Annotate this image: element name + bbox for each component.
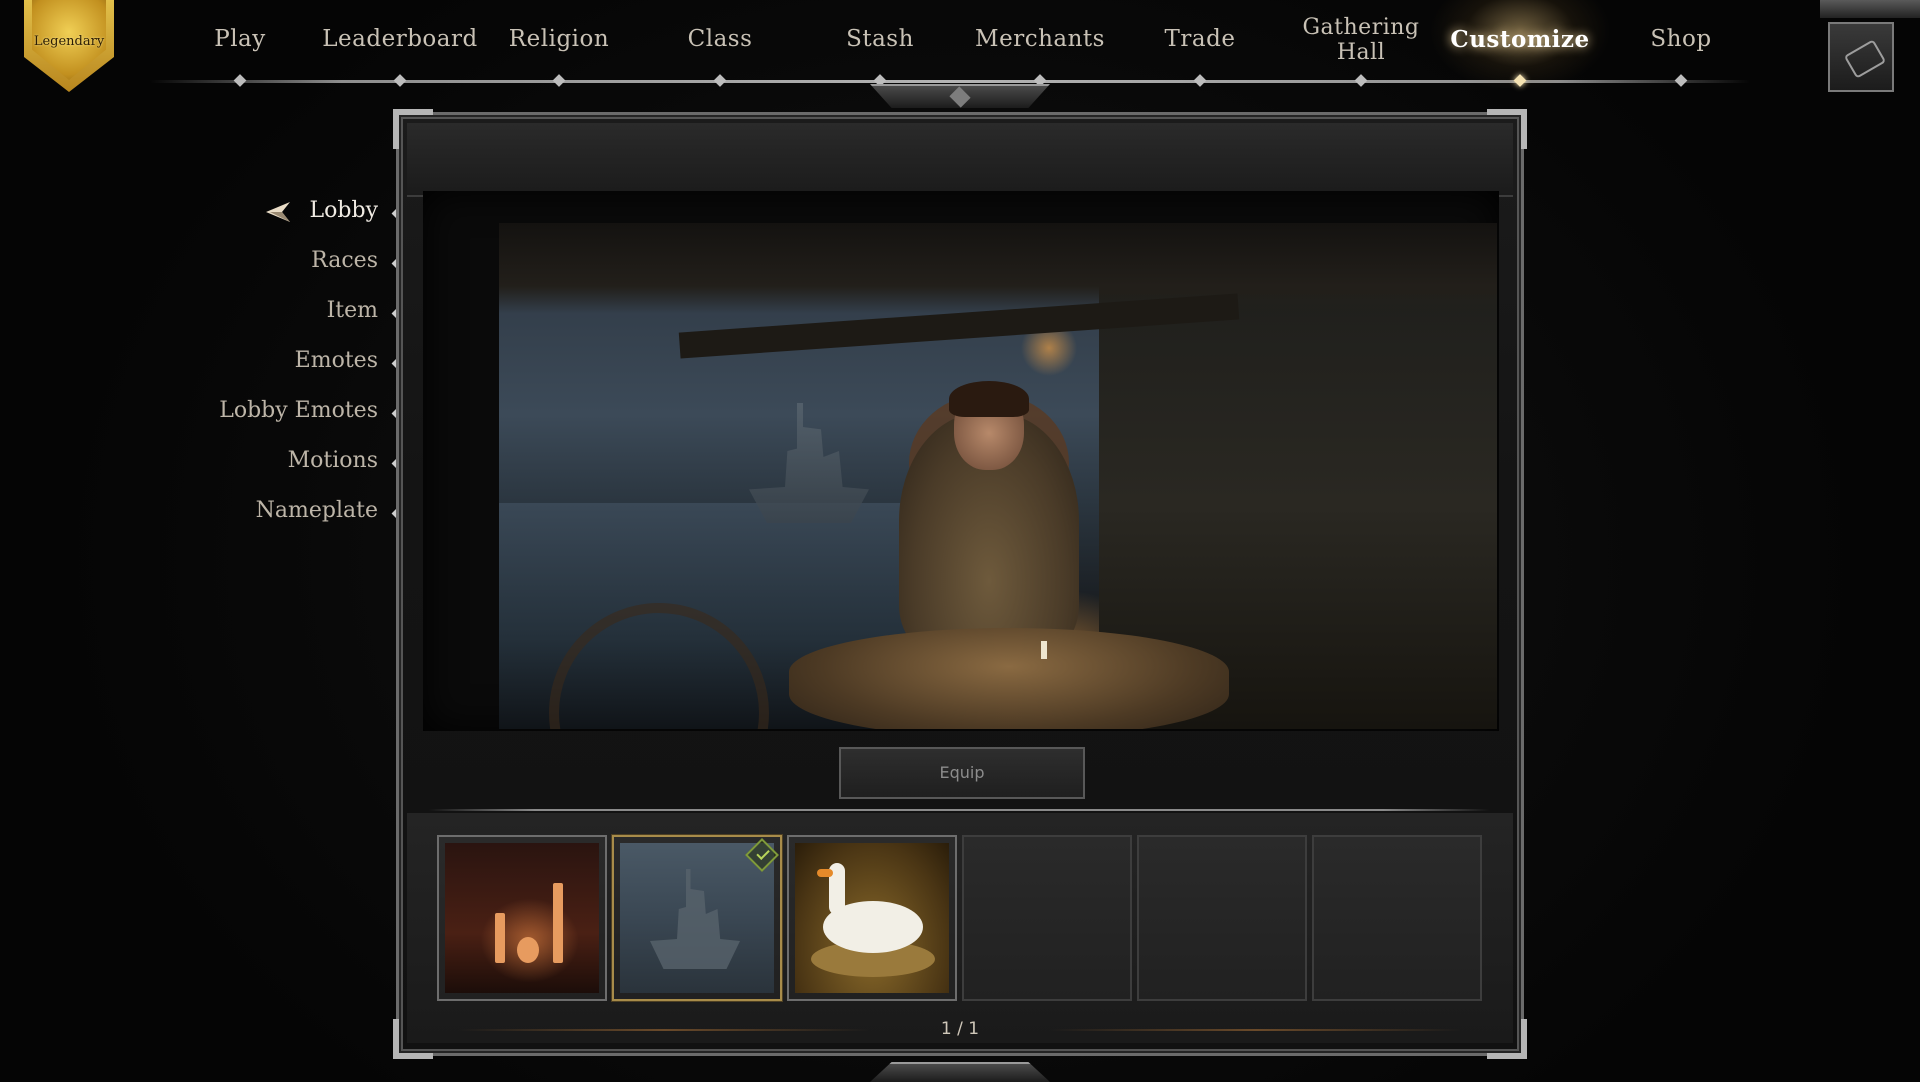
goose-thumbnail <box>795 843 949 993</box>
tab-leaderboard[interactable]: Leaderboard <box>322 26 477 60</box>
menu-item-motions[interactable]: Motions <box>288 448 378 488</box>
menu-item-item[interactable]: Item <box>327 298 378 338</box>
tab-play[interactable]: Play <box>214 26 266 60</box>
tab-trade[interactable]: Trade <box>1165 26 1236 60</box>
tab-indicator-icon <box>713 74 727 87</box>
tab-stash[interactable]: Stash <box>846 26 914 60</box>
tab-indicator-icon <box>552 74 566 87</box>
rank-label: Legendary <box>33 34 105 49</box>
tab-indicator-icon <box>1674 74 1688 87</box>
customize-panel: Equip 1 / 1 <box>393 109 1527 1059</box>
equip-button[interactable]: Equip <box>839 747 1085 799</box>
panel-header <box>407 123 1513 197</box>
goose-beak <box>817 869 833 877</box>
tab-indicator-icon <box>233 74 247 87</box>
corner-ornament <box>1820 0 1920 18</box>
candle-icon <box>495 913 505 963</box>
lobby-slot-empty <box>1137 835 1307 1001</box>
scene-roof <box>499 223 1497 313</box>
lobby-slot-candles[interactable] <box>437 835 607 1001</box>
scene-ghost-ship <box>749 403 869 523</box>
arrow-pointer-icon <box>266 202 290 222</box>
tab-merchants[interactable]: Merchants <box>975 26 1105 60</box>
menu-item-lobby-emotes[interactable]: Lobby Emotes <box>219 398 378 438</box>
tab-shop[interactable]: Shop <box>1650 26 1711 60</box>
menu-item-lobby[interactable]: Lobby <box>310 198 378 238</box>
lobby-slot-empty <box>962 835 1132 1001</box>
tab-indicator-icon <box>393 74 407 87</box>
scene-candle <box>1041 641 1047 659</box>
ghost-ship-thumbnail <box>620 843 774 993</box>
tab-gathering-hall[interactable]: Gathering Hall <box>1296 15 1426 65</box>
top-nav: Legendary Play Leaderboard Religion Clas… <box>0 0 1920 108</box>
nav-center-ornament <box>870 84 1050 108</box>
skull-icon <box>517 937 539 963</box>
flashlight-icon <box>1843 39 1887 79</box>
menu-item-nameplate[interactable]: Nameplate <box>256 498 378 538</box>
ship-icon <box>650 869 740 969</box>
tab-religion[interactable]: Religion <box>509 26 609 60</box>
lobby-preview-image <box>499 223 1497 729</box>
lobby-preview-frame <box>423 191 1499 731</box>
page-indicator: 1 / 1 <box>940 1019 980 1039</box>
scene-table <box>789 628 1229 729</box>
tab-indicator-icon <box>1354 74 1368 87</box>
candles-thumbnail <box>445 843 599 993</box>
lobby-slot-ghost-ship[interactable] <box>612 835 782 1001</box>
tab-indicator-icon <box>1193 74 1207 87</box>
tab-class[interactable]: Class <box>688 26 753 60</box>
bottom-ornament <box>870 1062 1050 1082</box>
lobby-slot-goose[interactable] <box>787 835 957 1001</box>
tab-customize[interactable]: Customize <box>1450 26 1589 60</box>
menu-item-emotes[interactable]: Emotes <box>295 348 378 388</box>
menu-item-races[interactable]: Races <box>311 248 378 288</box>
lobby-slot-empty <box>1312 835 1482 1001</box>
candle-icon <box>553 883 563 963</box>
slots-divider <box>429 809 1489 811</box>
utility-button[interactable] <box>1828 22 1894 92</box>
scene-character-hair <box>949 381 1029 417</box>
